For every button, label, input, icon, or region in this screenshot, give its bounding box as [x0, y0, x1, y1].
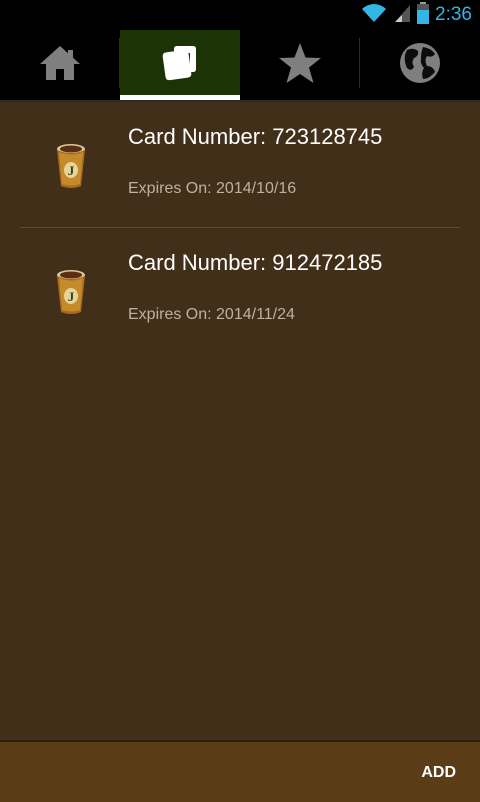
status-icons: 2:36 [361, 0, 472, 30]
home-icon [38, 44, 82, 87]
status-clock: 2:36 [435, 4, 472, 25]
tab-home[interactable] [0, 30, 120, 100]
wifi-icon [361, 3, 387, 28]
tab-bar [0, 30, 480, 100]
tab-cards[interactable] [120, 30, 240, 100]
signal-icon [393, 3, 411, 28]
globe-icon [399, 42, 441, 89]
tab-favorites[interactable] [240, 30, 360, 100]
card-expiry: Expires On: 2014/10/16 [128, 180, 297, 197]
coffee-cup-icon: J [50, 268, 92, 316]
add-button[interactable]: ADD [421, 764, 456, 782]
card-list: J Card Number: 723128745 Expires On: 201… [0, 102, 480, 354]
bottom-action-bar: ADD [0, 740, 480, 802]
card-expiry: Expires On: 2014/11/24 [128, 306, 295, 323]
card-number: Card Number: 723128745 [128, 124, 383, 149]
card-number: Card Number: 912472185 [128, 250, 383, 275]
svg-text:J: J [68, 289, 75, 304]
star-icon [278, 42, 322, 89]
list-item[interactable]: J Card Number: 912472185 Expires On: 201… [0, 228, 480, 354]
battery-icon [417, 1, 430, 29]
svg-text:J: J [68, 163, 75, 178]
coffee-cup-icon: J [50, 142, 92, 190]
tab-globe[interactable] [360, 30, 480, 100]
cards-icon [160, 43, 200, 88]
list-item[interactable]: J Card Number: 723128745 Expires On: 201… [0, 102, 480, 228]
status-bar: 2:36 [0, 0, 480, 30]
